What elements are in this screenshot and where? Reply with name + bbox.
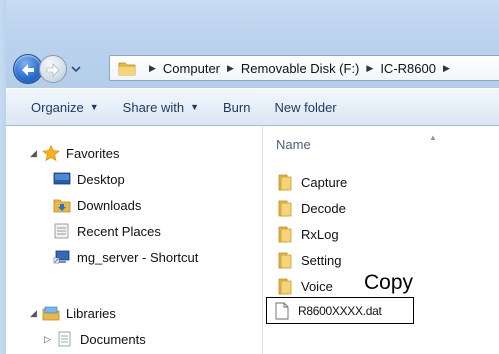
recent-pages-chevron-icon[interactable]: [71, 64, 81, 74]
folder-icon: [278, 226, 292, 243]
burn-label: Burn: [223, 99, 251, 115]
breadcrumb-ic-r8600[interactable]: IC-R8600: [380, 61, 436, 76]
share-with-label: Share with: [122, 99, 185, 115]
navigation-buttons: [13, 54, 123, 84]
breadcrumb-chevron-icon[interactable]: ▶: [443, 63, 450, 74]
folder-icon: [278, 278, 292, 295]
breadcrumb-removable-disk[interactable]: Removable Disk (F:): [241, 61, 359, 76]
column-header-name[interactable]: Name: [276, 137, 311, 152]
copy-annotation: Copy: [364, 271, 414, 294]
downloads-folder-icon: [53, 199, 71, 213]
folder-name: Voice: [301, 278, 333, 294]
back-arrow-icon: [22, 64, 34, 76]
collapse-arrow-icon[interactable]: ▷: [44, 334, 56, 345]
folder-icon: [278, 200, 292, 217]
breadcrumb-chevron-icon[interactable]: ▶: [149, 63, 156, 74]
network-shortcut-icon: [53, 250, 70, 264]
star-icon: [42, 145, 60, 161]
downloads-label: Downloads: [77, 197, 142, 213]
folder-name: RxLog: [301, 226, 339, 242]
desktop-label: Desktop: [77, 171, 125, 187]
documents-label: Documents: [80, 331, 146, 347]
favorites-label: Favorites: [66, 145, 120, 161]
expand-arrow-icon[interactable]: ◢: [30, 308, 42, 319]
recent-places-label: Recent Places: [77, 223, 161, 239]
breadcrumb-chevron-icon[interactable]: ▶: [227, 63, 234, 74]
breadcrumb-chevron-icon[interactable]: ▶: [366, 63, 373, 74]
forward-button[interactable]: [39, 55, 67, 83]
tree-item-favorites[interactable]: ◢ Favorites: [30, 145, 119, 161]
folder-icon: [278, 174, 292, 191]
mg-server-shortcut-label: mg_server - Shortcut: [77, 249, 199, 265]
tree-item-recent-places[interactable]: Recent Places: [53, 223, 161, 239]
folder-icon: [278, 252, 292, 269]
folder-name: Setting: [301, 252, 342, 268]
new-folder-label: New folder: [274, 99, 337, 115]
libraries-icon: [42, 306, 60, 321]
list-item[interactable]: Voice: [277, 277, 333, 295]
folder-name: Decode: [301, 200, 346, 216]
dropdown-arrow-icon: ▼: [89, 102, 99, 112]
documents-icon: [58, 331, 71, 347]
tree-item-desktop[interactable]: Desktop: [53, 171, 125, 187]
tree-item-documents[interactable]: ▷ Documents: [44, 331, 146, 347]
organize-button[interactable]: Organize ▼: [31, 100, 99, 115]
folder-icon: [118, 62, 136, 76]
list-item[interactable]: Decode: [277, 199, 346, 217]
tree-item-libraries[interactable]: ◢ Libraries: [30, 305, 116, 321]
desktop-icon: [53, 172, 71, 185]
address-bar[interactable]: ▶ Computer ▶ Removable Disk (F:) ▶ IC-R8…: [109, 55, 499, 81]
expand-arrow-icon[interactable]: ◢: [30, 148, 42, 159]
sort-ascending-icon: ▲: [429, 133, 437, 142]
organize-label: Organize: [31, 99, 84, 115]
new-folder-button[interactable]: New folder: [274, 100, 336, 115]
dropdown-arrow-icon: ▼: [190, 102, 200, 112]
list-item[interactable]: Capture: [277, 173, 347, 191]
burn-button[interactable]: Burn: [223, 100, 250, 115]
explorer-window: ▶ Computer ▶ Removable Disk (F:) ▶ IC-R8…: [0, 0, 499, 354]
dat-file-name: R8600XXXX.dat: [298, 303, 382, 318]
folder-name: Capture: [301, 174, 348, 190]
dat-file-item[interactable]: R8600XXXX.dat: [266, 297, 414, 324]
file-icon: [275, 302, 289, 319]
libraries-label: Libraries: [66, 305, 116, 321]
command-bar: Organize ▼ Share with ▼ Burn New folder: [6, 88, 499, 126]
recent-places-icon: [54, 223, 69, 239]
breadcrumb-computer[interactable]: Computer: [163, 61, 220, 76]
forward-arrow-icon: [46, 63, 60, 77]
tree-item-mg-server-shortcut[interactable]: mg_server - Shortcut: [53, 249, 198, 265]
tree-item-downloads[interactable]: Downloads: [53, 197, 141, 213]
share-with-button[interactable]: Share with ▼: [123, 100, 199, 115]
list-item[interactable]: RxLog: [277, 225, 339, 243]
list-item[interactable]: Setting: [277, 251, 341, 269]
